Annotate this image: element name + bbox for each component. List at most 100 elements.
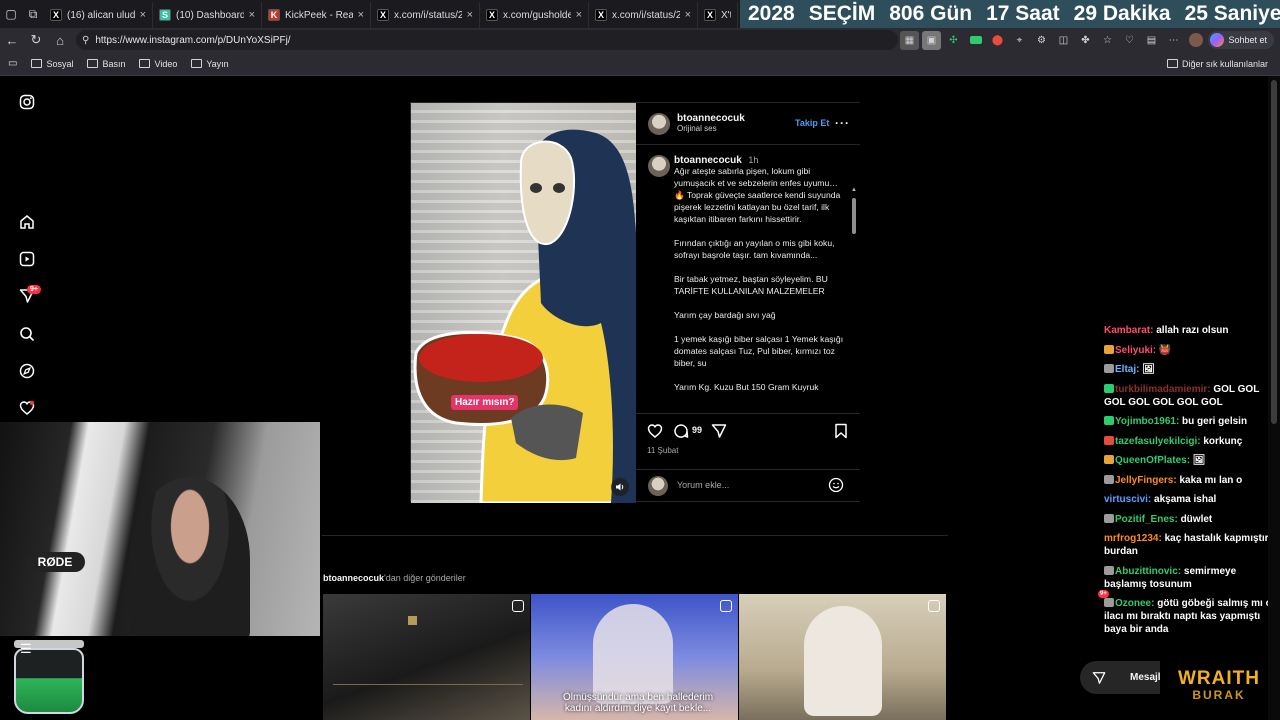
split-screen-icon[interactable]: ◫ [1054, 31, 1073, 50]
caption-text: Ağır ateşte sabırla pişen, lokum gibi yu… [674, 165, 844, 405]
explore-nav-icon[interactable] [17, 361, 37, 381]
close-tab-icon[interactable]: × [140, 9, 146, 21]
home-icon[interactable]: ⌂ [48, 28, 72, 52]
overlay-brand-logo: WRAITH BURAK [1160, 652, 1278, 718]
more-post-thumbnail[interactable]: Ölmüşsündür ama ben hallederim kadını al… [531, 594, 738, 720]
search-nav-icon[interactable] [17, 324, 37, 344]
notifications-nav-icon[interactable] [17, 398, 37, 418]
tab-title: x.com/i/status/2024 [612, 9, 680, 21]
comment-input[interactable]: Yorum ekle... [677, 480, 729, 490]
ext-6-icon[interactable]: ⌖ [1010, 31, 1029, 50]
x-logo-icon: X [704, 9, 716, 21]
caption-scrollbar[interactable]: ▲ ▼ [851, 187, 857, 413]
caption-paragraph: Bir tabak yetmez, baştan söyleyelim. BU … [674, 274, 828, 296]
other-bookmarks[interactable]: Diğer sık kullanılanlar [1166, 59, 1268, 69]
more-post-thumbnail[interactable] [323, 594, 530, 720]
ext-4-icon[interactable] [966, 31, 985, 50]
browser-tab[interactable]: Xx.com/i/status/2024 × [589, 2, 698, 28]
ext-1-icon[interactable]: ▦ [900, 30, 919, 50]
url-field[interactable]: ⚲ https://www.instagram.com/p/DUnYoXSiPF… [76, 30, 898, 50]
close-tab-icon[interactable]: × [685, 9, 691, 21]
comment-bar: Yorum ekle... [636, 469, 860, 501]
user-avatar-icon[interactable] [1186, 31, 1205, 50]
browser-tab[interactable]: Xx.com/gusholderha × [480, 2, 589, 28]
reels-nav-icon[interactable] [17, 249, 37, 269]
ext-2-icon[interactable]: ▣ [922, 30, 941, 50]
more-posts-user[interactable]: btoannecocuk [323, 573, 384, 583]
chat-badge-icon [1104, 474, 1114, 484]
browser-essentials-icon[interactable]: ♡ [1120, 31, 1139, 50]
follow-button[interactable]: Takip Et [795, 118, 829, 128]
page-scroll-thumb[interactable] [1271, 80, 1277, 424]
emoji-icon[interactable] [828, 477, 844, 498]
post-modal: Hazır mısın? btoannecocuk Orijinal ses T… [410, 102, 860, 503]
ext-7-icon[interactable]: ⚙ [1032, 31, 1051, 50]
browser-tab[interactable]: Xx.com/i/status/2024 × [371, 2, 480, 28]
instagram-logo-icon[interactable] [17, 92, 37, 112]
scroll-up-icon[interactable]: ▲ [851, 187, 857, 193]
post-date: 11 Şubat [647, 446, 679, 455]
more-posts-grid: Ölmüşsündür ama ben hallederim kadını al… [323, 594, 946, 720]
mute-button[interactable] [611, 478, 629, 496]
home-nav-icon[interactable] [17, 212, 37, 232]
streamer-figure [130, 477, 250, 636]
microphone-label: RØDE [25, 552, 85, 572]
like-icon[interactable] [647, 423, 663, 444]
ext-5-icon[interactable]: ⬤ [988, 31, 1007, 50]
folder-icon [1166, 59, 1178, 68]
tab-actions-icon[interactable]: ⧉ [22, 0, 44, 28]
save-icon[interactable] [834, 423, 848, 444]
page-scrollbar[interactable] [1268, 76, 1280, 720]
bookmark-label: Sosyal [46, 58, 74, 69]
caption-author-avatar[interactable] [648, 155, 670, 177]
more-options-icon[interactable]: ··· [835, 116, 850, 130]
caption-scroll-thumb[interactable] [852, 198, 856, 234]
comment-icon[interactable] [673, 423, 689, 444]
browser-tab[interactable]: S (10) Dashboard / St × [153, 2, 262, 28]
extensions-icon[interactable]: ✤ [1076, 31, 1095, 50]
close-tab-icon[interactable]: × [358, 9, 364, 21]
caption-time: 1h [748, 155, 759, 165]
caption-paragraph: Yarım çay bardağı sıvı yağ [674, 310, 776, 320]
menu-icon[interactable]: ☰ [20, 641, 32, 657]
more-post-thumbnail[interactable] [739, 594, 946, 720]
browser-tab[interactable]: K KickPeek - Real-tim × [262, 2, 371, 28]
x-logo-icon: X [486, 9, 498, 21]
caption-paragraph: Fırından çıktığı an yayılan o mis gibi k… [674, 238, 835, 260]
ext-3-icon[interactable]: ✣ [944, 31, 963, 50]
reload-icon[interactable]: ↻ [24, 28, 48, 52]
author-username[interactable]: btoannecocuk [677, 113, 745, 124]
bookmark-label: Video [154, 58, 178, 69]
share-icon[interactable] [711, 423, 727, 444]
close-tab-icon[interactable]: × [576, 9, 582, 21]
reel-icon [720, 600, 732, 612]
bookmark-folder[interactable]: Yayın [191, 59, 229, 69]
bookmark-folder[interactable]: Basın [87, 59, 125, 69]
copilot-chat-button[interactable]: Sohbet et [1208, 31, 1274, 49]
collections-icon[interactable]: ▤ [1142, 31, 1161, 50]
more-menu-icon[interactable]: ⋯ [1164, 31, 1183, 50]
profile-icon[interactable]: ▢ [0, 0, 22, 28]
browser-tab[interactable]: X (16) alican uludağ - × [44, 2, 153, 28]
close-tab-icon[interactable]: × [249, 9, 255, 21]
brand-bottom: BURAK [1192, 688, 1246, 702]
sidebar-toggle-icon[interactable]: ▭ [8, 58, 17, 69]
post-video[interactable]: Hazır mısın? [411, 103, 636, 503]
audio-label[interactable]: Orijinal ses [677, 124, 745, 133]
close-tab-icon[interactable]: × [467, 9, 473, 21]
post-actions: 99 11 Şubat [636, 413, 860, 475]
favorites-icon[interactable]: ☆ [1098, 31, 1117, 50]
reel-icon [928, 600, 940, 612]
caption-paragraph: 1 yemek kaşığı biber salçası 1 Yemek kaş… [674, 334, 844, 368]
chat-username: QueenOfPlates: [1115, 455, 1191, 466]
chat-text: 🖼 [1190, 455, 1206, 466]
author-avatar[interactable] [648, 113, 670, 135]
post-side-panel: btoannecocuk Orijinal ses Takip Et ··· b… [636, 103, 860, 501]
election-countdown-banner: 2028 SEÇİM 806 Gün 17 Saat 29 Dakika 25 … [740, 0, 1280, 28]
browser-tab[interactable]: X X'te [698, 2, 738, 28]
chat-badge-icon [1104, 455, 1114, 464]
back-icon[interactable]: ← [0, 28, 24, 52]
site-info-icon[interactable]: ⚲ [82, 35, 89, 46]
bookmark-folder[interactable]: Sosyal [31, 59, 73, 69]
bookmark-folder[interactable]: Video [139, 59, 177, 69]
